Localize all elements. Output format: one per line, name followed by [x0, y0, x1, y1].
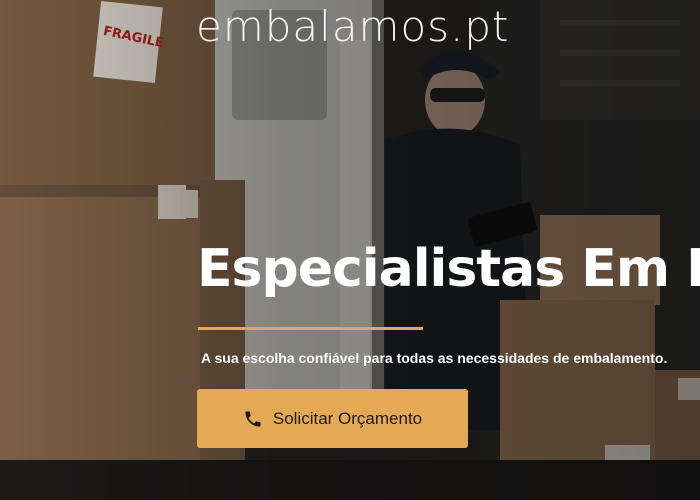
request-quote-label: Solicitar Orçamento	[272, 408, 423, 428]
request-quote-button[interactable]: Solicitar Orçamento	[197, 389, 468, 448]
hero-section: FRAGILE embalamos.pt Especialistas Em Em…	[0, 0, 700, 500]
brand-logo[interactable]: embalamos.pt	[196, 6, 510, 48]
accent-divider	[198, 327, 423, 330]
hero-headline: Especialistas Em Embalamento	[197, 239, 700, 299]
hero-tagline: A sua escolha confiável para todas as ne…	[201, 350, 668, 366]
phone-icon	[243, 409, 263, 429]
